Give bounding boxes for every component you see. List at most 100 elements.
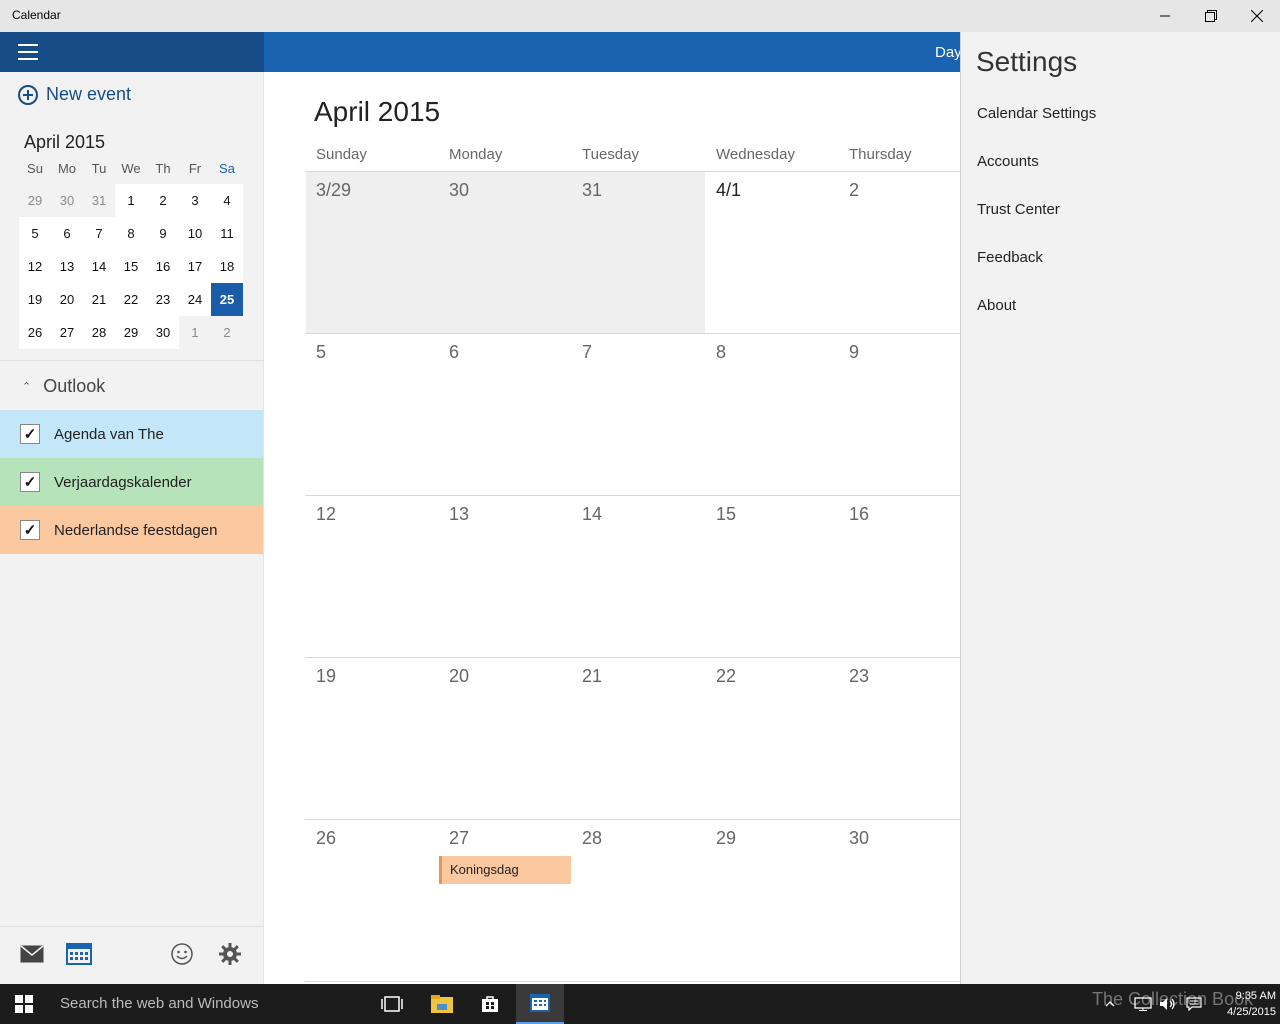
mini-calendar-day[interactable]: 30	[51, 184, 83, 217]
mini-calendar-day-today[interactable]: 25	[211, 283, 243, 316]
account-group-header[interactable]: ⌃ Outlook	[22, 376, 105, 397]
day-cell-number[interactable]: 9	[849, 342, 859, 363]
day-cell-number[interactable]: 22	[716, 666, 736, 687]
day-cell-number[interactable]: 12	[316, 504, 336, 525]
sidebar-header	[0, 32, 264, 72]
windows-start-icon[interactable]	[0, 984, 48, 1024]
mini-calendar-day[interactable]: 5	[19, 217, 51, 250]
day-cell-number[interactable]: 19	[316, 666, 336, 687]
mail-icon[interactable]	[18, 940, 46, 968]
day-cell-number[interactable]: 21	[582, 666, 602, 687]
settings-item-calendar-settings[interactable]: Calendar Settings	[977, 105, 1096, 122]
mini-calendar-day[interactable]: 31	[83, 184, 115, 217]
mini-calendar-day[interactable]: 21	[83, 283, 115, 316]
day-cell-number[interactable]: 29	[716, 828, 736, 849]
mini-calendar-day[interactable]: 8	[115, 217, 147, 250]
day-cell-number[interactable]: 16	[849, 504, 869, 525]
day-cell-number[interactable]: 27	[449, 828, 469, 849]
mini-calendar-day[interactable]: 29	[115, 316, 147, 349]
mini-calendar-day[interactable]: 3	[179, 184, 211, 217]
show-hidden-icons-chevron-icon[interactable]	[1094, 984, 1126, 1024]
calendar-item-verjaardag[interactable]: ✓ Verjaardagskalender	[0, 458, 263, 506]
mini-calendar-day[interactable]: 19	[19, 283, 51, 316]
settings-item-feedback[interactable]: Feedback	[977, 249, 1043, 266]
mini-calendar-day[interactable]: 12	[19, 250, 51, 283]
minimize-button[interactable]	[1142, 0, 1188, 32]
day-cell-number[interactable]: 13	[449, 504, 469, 525]
day-cell-number[interactable]: 30	[849, 828, 869, 849]
calendar-checkbox[interactable]: ✓	[20, 472, 40, 492]
day-cell-number[interactable]: 3/29	[316, 180, 351, 201]
mini-calendar-day[interactable]: 6	[51, 217, 83, 250]
mini-calendar-day[interactable]: 24	[179, 283, 211, 316]
settings-item-accounts[interactable]: Accounts	[977, 153, 1039, 170]
mini-calendar-day[interactable]: 28	[83, 316, 115, 349]
mini-calendar-title[interactable]: April 2015	[24, 132, 105, 153]
mini-calendar-day[interactable]: 1	[115, 184, 147, 217]
day-view-button[interactable]: Day	[935, 44, 962, 61]
action-center-icon[interactable]	[1180, 984, 1208, 1024]
mini-calendar-day[interactable]: 27	[51, 316, 83, 349]
day-cell-number[interactable]: 14	[582, 504, 602, 525]
mini-calendar-day[interactable]: 15	[115, 250, 147, 283]
calendar-item-agenda[interactable]: ✓ Agenda van The	[0, 410, 263, 458]
calendar-checkbox[interactable]: ✓	[20, 424, 40, 444]
mini-calendar-day[interactable]: 2	[147, 184, 179, 217]
day-cell-number[interactable]: 30	[449, 180, 469, 201]
mini-calendar-day[interactable]: 14	[83, 250, 115, 283]
day-cell-number[interactable]: 5	[316, 342, 326, 363]
store-icon[interactable]	[466, 984, 514, 1024]
mini-calendar-day[interactable]: 20	[51, 283, 83, 316]
calendar-icon[interactable]	[65, 940, 93, 968]
day-cell-number[interactable]: 4/1	[716, 180, 741, 201]
weekday-label: Fr	[188, 161, 202, 176]
task-view-icon[interactable]	[368, 984, 416, 1024]
taskbar-clock[interactable]: 9:35 AM 4/25/2015	[1210, 988, 1276, 1020]
divider	[0, 360, 264, 361]
mini-calendar-day[interactable]: 2	[211, 316, 243, 349]
mini-calendar-day[interactable]: 11	[211, 217, 243, 250]
event-koningsdag[interactable]: Koningsdag	[439, 856, 571, 884]
mini-calendar-day[interactable]: 9	[147, 217, 179, 250]
calendar-app-icon[interactable]	[516, 984, 564, 1024]
gear-icon[interactable]	[216, 940, 244, 968]
smiley-feedback-icon[interactable]	[168, 940, 196, 968]
volume-icon[interactable]	[1154, 984, 1182, 1024]
settings-item-about[interactable]: About	[977, 297, 1016, 314]
mini-calendar-day[interactable]: 22	[115, 283, 147, 316]
hamburger-menu-icon[interactable]	[18, 44, 38, 60]
settings-item-trust-center[interactable]: Trust Center	[977, 201, 1060, 218]
day-cell-number[interactable]: 15	[716, 504, 736, 525]
mini-calendar-day[interactable]: 23	[147, 283, 179, 316]
day-cell-number[interactable]: 2	[849, 180, 859, 201]
day-cell-number[interactable]: 31	[582, 180, 602, 201]
mini-calendar-day[interactable]: 10	[179, 217, 211, 250]
previous-month-shading	[306, 172, 705, 333]
day-cell-number[interactable]: 28	[582, 828, 602, 849]
file-explorer-icon[interactable]	[418, 984, 466, 1024]
mini-calendar-day[interactable]: 16	[147, 250, 179, 283]
mini-calendar-day[interactable]: 4	[211, 184, 243, 217]
mini-calendar-day[interactable]: 30	[147, 316, 179, 349]
mini-calendar-day[interactable]: 29	[19, 184, 51, 217]
day-cell-number[interactable]: 20	[449, 666, 469, 687]
mini-calendar-day[interactable]: 17	[179, 250, 211, 283]
day-cell-number[interactable]: 23	[849, 666, 869, 687]
day-cell-number[interactable]: 6	[449, 342, 459, 363]
new-event-button[interactable]: New event	[18, 84, 131, 105]
mini-calendar-day[interactable]: 26	[19, 316, 51, 349]
calendar-item-feestdagen[interactable]: ✓ Nederlandse feestdagen	[0, 506, 263, 554]
calendar-item-label: Agenda van The	[54, 425, 164, 443]
day-cell-number[interactable]: 26	[316, 828, 336, 849]
day-cell-number[interactable]: 8	[716, 342, 726, 363]
taskbar-search-box[interactable]: Search the web and Windows	[48, 984, 368, 1024]
mini-calendar-day[interactable]: 18	[211, 250, 243, 283]
day-cell-number[interactable]: 7	[582, 342, 592, 363]
calendar-checkbox[interactable]: ✓	[20, 520, 40, 540]
mini-calendar-day[interactable]: 7	[83, 217, 115, 250]
mini-calendar-day[interactable]: 13	[51, 250, 83, 283]
mini-calendar-day[interactable]: 1	[179, 316, 211, 349]
restore-button[interactable]	[1188, 0, 1234, 32]
calendar-item-label: Nederlandse feestdagen	[54, 521, 218, 539]
close-button[interactable]	[1234, 0, 1280, 32]
